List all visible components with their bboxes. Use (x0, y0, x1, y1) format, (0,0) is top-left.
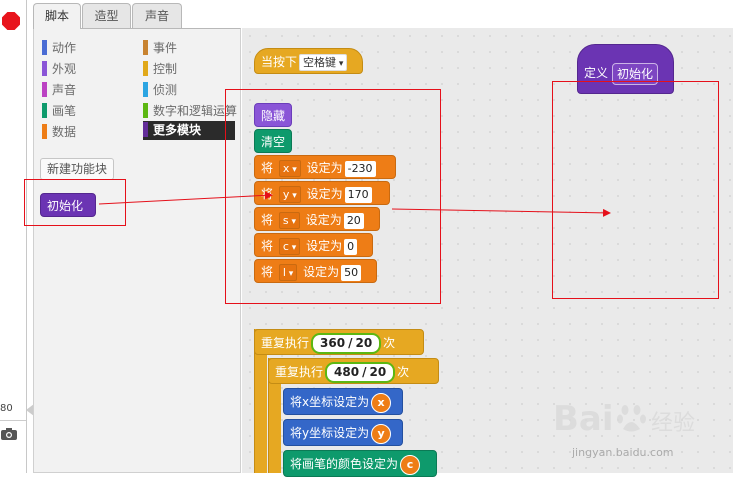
paw-icon (617, 405, 646, 432)
arrow-code-to-define (391, 208, 611, 217)
watermark-site: jingyan.baidu.com (572, 446, 674, 459)
tab-script[interactable]: 脚本 (33, 3, 81, 29)
arrow-palette-to-code (98, 191, 273, 205)
watermark-brand-cn: 经验 (651, 411, 696, 436)
watermark-brand: Bai (553, 399, 614, 439)
